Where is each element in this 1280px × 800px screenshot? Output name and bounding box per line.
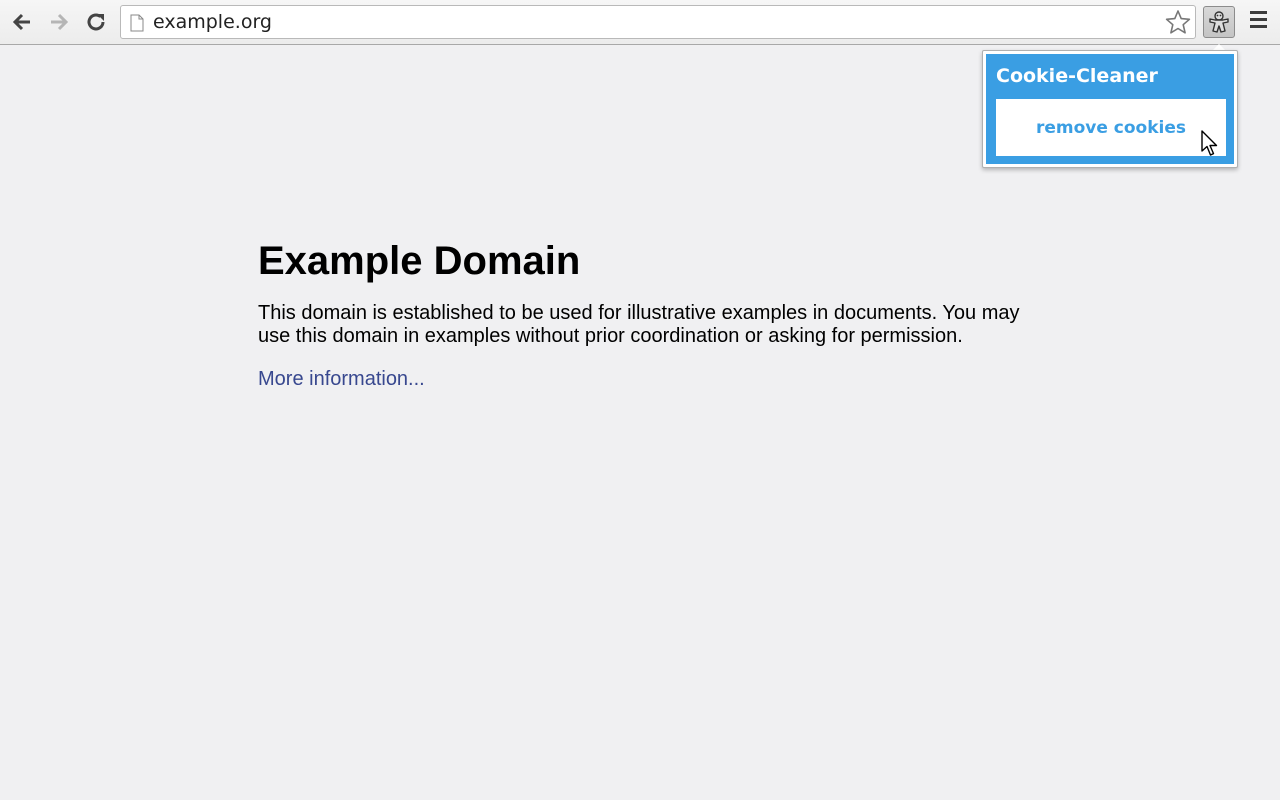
browser-menu-button[interactable] [1249, 11, 1269, 33]
forward-button[interactable] [45, 8, 73, 36]
forward-arrow-icon [51, 13, 69, 31]
remove-cookies-button[interactable]: remove cookies [996, 99, 1226, 156]
hamburger-menu-icon [1249, 11, 1269, 28]
extension-popup: Cookie-Cleaner remove cookies [982, 50, 1238, 168]
page-heading: Example Domain [258, 239, 581, 283]
url-text[interactable]: example.org [153, 12, 272, 32]
back-button[interactable] [8, 8, 36, 36]
popup-title: Cookie-Cleaner [996, 65, 1158, 87]
star-icon[interactable] [1165, 9, 1191, 35]
cookie-icon [1209, 11, 1229, 33]
reload-button[interactable] [82, 8, 110, 36]
address-bar[interactable]: example.org [120, 5, 1196, 39]
page-icon [130, 14, 144, 32]
mouse-cursor-icon [1201, 130, 1218, 156]
cookie-cleaner-extension-button[interactable] [1203, 6, 1235, 38]
popup-panel: Cookie-Cleaner remove cookies [986, 54, 1234, 164]
page-description: This domain is established to be used fo… [258, 302, 1020, 347]
page-content: Example Domain This domain is establishe… [258, 238, 1038, 391]
more-information-link[interactable]: More information... [258, 368, 425, 390]
browser-toolbar: example.org [0, 0, 1280, 45]
back-arrow-icon [12, 13, 30, 31]
reload-icon [87, 13, 105, 31]
